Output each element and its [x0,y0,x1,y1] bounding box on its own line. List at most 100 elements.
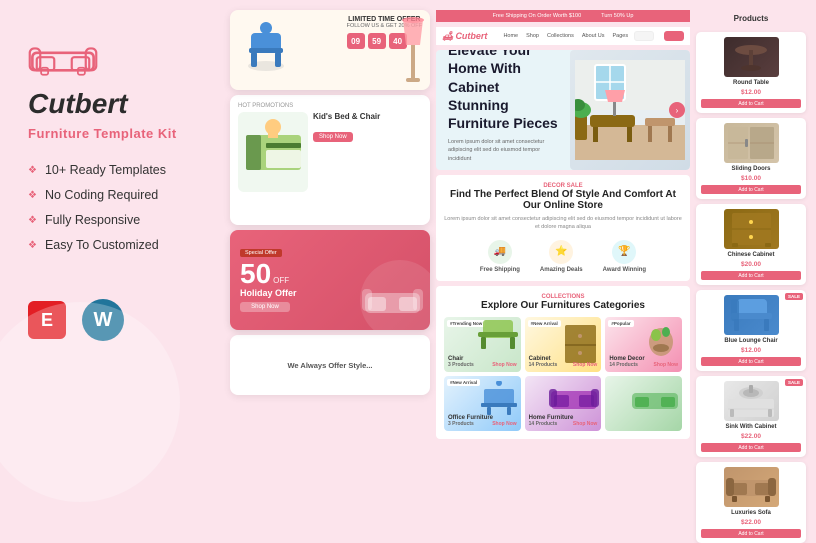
decor-tag: #Popular [608,320,633,327]
category-home-decor[interactable]: #Popular Home Decor 14 Products Shop Now [605,317,682,372]
kids-bed-card: Kid's Bed & Chair Shop Now [238,112,422,192]
shipping-icon: 🚚 [494,246,506,257]
categories-grid: #Trending Now Chair 3 Products Shop Now [444,317,682,431]
preview-left: Limited Time Offer FOLLOW US & GET 20% O… [230,10,430,532]
explore-header: COLLECTIONS Explore Our Furnitures Categ… [444,294,682,311]
sink-cabinet-sale: SALE [785,379,803,386]
office-shop[interactable]: Shop Now [492,421,516,427]
left-panel: Cutbert Furniture Template Kit ❖ 10+ Rea… [0,0,240,542]
diamond-icon: ❖ [28,190,37,201]
find-title: Find The Perfect Blend Of Style And Comf… [444,189,682,211]
hot-promo-card: Hot Promotions Kid's Bed & Chair Shop No… [230,95,430,225]
category-home-furniture[interactable]: Home Furniture 14 Products Shop Now [525,376,602,431]
store-header-row: 🛋 Cutbert Home Shop Collections About Us… [436,27,690,45]
round-table-name: Round Table [733,80,769,86]
promo-50-card: Special Offer 50 OFF Holiday Offer Shop … [230,230,430,330]
wordpress-badge: W [82,299,124,341]
explore-title: Explore Our Furnitures Categories [444,300,682,311]
we-always-card: We Always Offer Style... [230,335,430,395]
preview-container: Limited Time Offer FOLLOW US & GET 20% O… [230,10,806,532]
explore-section: COLLECTIONS Explore Our Furnitures Categ… [436,286,690,439]
promo-shop-btn[interactable]: Shop Now [240,302,290,312]
office-tag: #New Arrival [447,379,480,386]
diamond-icon: ❖ [28,165,37,176]
diamond-icon: ❖ [28,215,37,226]
nav-shop[interactable]: Shop [526,33,539,39]
category-extra[interactable] [605,376,682,431]
cart-button[interactable] [664,31,684,41]
free-shipping-bar: Free Shipping On Order Worth $100 Turn 5… [436,10,690,22]
product-card-chinese-cabinet: Chinese Cabinet $20.00 Add to Cart [696,204,806,285]
sliding-doors-add-btn[interactable]: Add to Cart [701,185,801,194]
elementor-label: E [41,310,53,331]
sink-cabinet-price: $22.00 [741,433,761,440]
kids-bed-svg [241,115,306,190]
cabinet-shop[interactable]: Shop Now [573,362,597,368]
home-furniture-shop[interactable]: Shop Now [573,421,597,427]
store-logo-icon: 🛋 [442,31,453,42]
nav-collections[interactable]: Collections [547,33,574,39]
big-percent: 50 [240,260,271,288]
hero-next-btn[interactable]: › [669,102,685,118]
luxuries-sofa-add-btn[interactable]: Add to Cart [701,529,801,538]
cabinet-cat-img [563,320,598,365]
tools-row: E W [28,299,124,341]
chair-cat-img [478,320,518,350]
product-card-luxuries-sofa: Luxuries Sofa $22.00 Add to Cart [696,462,806,543]
wp-label: W [94,309,113,332]
kids-bed-info: Kid's Bed & Chair Shop Now [313,112,422,192]
home-furniture-name: Home Furniture 14 Products [529,415,574,427]
category-cabinet[interactable]: #New Arrival Cabinet 14 Products Shop No… [525,317,602,372]
preview-right: Products Round Table $12.00 Add to Cart [696,10,806,532]
category-chair[interactable]: #Trending Now Chair 3 Products Shop Now [444,317,521,372]
find-section: DECOR SALE Find The Perfect Blend Of Sty… [436,175,690,281]
off-text: OFF [273,276,289,285]
shipping-label: Free Shipping [480,267,520,273]
kids-bed-title: Kid's Bed & Chair [313,112,422,122]
product-card-sliding-doors: Sliding Doors $10.00 Add to Cart [696,118,806,199]
product-card-lounge-chair: SALE Blue Lounge Chair $12.00 Add to Car… [696,290,806,371]
free-shipping-circle: 🚚 [488,240,512,264]
category-office[interactable]: #New Arrival Office Furniture 3 Products… [444,376,521,431]
store-search[interactable] [634,31,654,41]
round-table-add-btn[interactable]: Add to Cart [701,99,801,108]
sliding-doors-img [724,123,779,163]
hero-title: Elevate Your Home With Cabinet Stunning … [448,50,558,132]
award-label: Award Winning [603,267,647,273]
brand-name: Cutbert [28,88,128,120]
shop-now-button[interactable]: Shop Now [313,132,353,142]
home-furniture-cat-img [549,381,599,416]
award-icon: 🏆 [618,246,630,257]
hero-section: DECOR SALE Elevate Your Home With Cabine… [436,50,690,170]
lounge-chair-add-btn[interactable]: Add to Cart [701,357,801,366]
sink-cabinet-add-btn[interactable]: Add to Cart [701,443,801,452]
deals-label: Amazing Deals [540,267,583,273]
chair-product-svg [241,18,291,78]
decor-shop[interactable]: Shop Now [654,362,678,368]
office-name: Office Furniture 3 Products [448,415,493,427]
promo-sofa-svg [360,275,425,325]
count-box-1: 09 [347,33,365,49]
chinese-cabinet-price: $20.00 [741,261,761,268]
count-box-2: 59 [368,33,386,49]
round-table-price: $12.00 [741,89,761,96]
decor-cat-img [644,320,679,365]
brand-row: Cutbert [28,88,128,120]
nav-pages[interactable]: Pages [613,33,629,39]
nav-home[interactable]: Home [503,33,518,39]
sofa-icon [28,30,98,80]
feature-text: No Coding Required [45,188,158,202]
nav-about[interactable]: About Us [582,33,605,39]
feature-text: 10+ Ready Templates [45,163,166,177]
luxuries-sofa-img [724,467,779,507]
chinese-cabinet-add-btn[interactable]: Add to Cart [701,271,801,280]
award-circle: 🏆 [612,240,636,264]
list-item: ❖ 10+ Ready Templates [28,163,166,177]
chinese-cabinet-img [724,209,779,249]
luxuries-sofa-price: $22.00 [741,519,761,526]
office-cat-img [479,381,519,416]
chair-shop[interactable]: Shop Now [492,362,516,368]
lounge-chair-img [724,295,779,335]
chair-name: Chair 3 Products [448,356,474,368]
sink-cabinet-img [724,381,779,421]
